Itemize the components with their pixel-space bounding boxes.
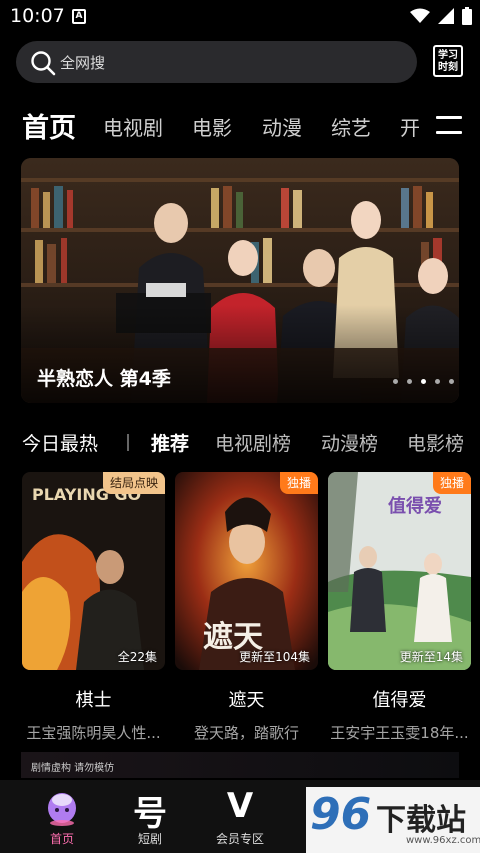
carousel-dot-active[interactable]	[421, 379, 426, 384]
bottom-tab-home[interactable]: 首页	[22, 780, 102, 853]
carousel-dot[interactable]	[393, 379, 398, 384]
episode-count: 更新至104集	[239, 650, 310, 664]
show-description: 登天路，踏歌行	[193, 724, 299, 742]
ranking-tabs: 今日最热 推荐 电视剧榜 动漫榜 电影榜	[0, 425, 480, 459]
exclusive-badge: 独播	[432, 472, 471, 494]
tab-home[interactable]: 首页	[22, 106, 76, 145]
poster[interactable]: 遮天 独播 更新至104集	[175, 472, 318, 670]
category-tabs: 首页 电视剧 电影 动漫 综艺 开	[0, 100, 480, 150]
poster[interactable]: PLAYING GO 结局点映 全22集	[22, 472, 165, 670]
study-time-label-bottom: 时刻	[438, 62, 458, 73]
tab-tv-ranking[interactable]: 电视剧榜	[215, 429, 291, 456]
notification-icon: A	[72, 9, 86, 24]
watermark-number: 96	[310, 789, 372, 840]
watermark-url: www.96xz.com	[406, 835, 480, 846]
watermark-name: 下载站	[376, 803, 466, 838]
search-icon	[31, 51, 56, 76]
study-time-button[interactable]: 学习 时刻	[433, 45, 463, 77]
vip-icon: V	[226, 786, 254, 826]
short-drama-icon: 号	[133, 794, 167, 834]
system-icons	[410, 7, 472, 25]
hero-banner[interactable]: 半熟恋人 第4季	[21, 158, 459, 403]
tab-more-partial[interactable]: 开	[400, 112, 420, 141]
episode-count: 全22集	[117, 650, 157, 664]
show-description: 王宝强陈明昊人性...	[26, 724, 161, 742]
carousel-dot[interactable]	[449, 379, 454, 384]
wifi-icon	[410, 8, 430, 23]
bottom-tab-label: 短剧	[137, 832, 162, 846]
exclusive-badge: 独播	[279, 472, 318, 494]
poster-title-text: 值得爱	[388, 495, 442, 517]
menu-icon[interactable]	[436, 116, 462, 146]
carousel-dots	[393, 379, 454, 384]
poster-image: 值得爱	[328, 472, 471, 670]
show-description: 王安宇王玉雯18年...	[330, 724, 469, 742]
tab-anime[interactable]: 动漫	[262, 112, 302, 141]
tab-tv-series[interactable]: 电视剧	[103, 112, 163, 141]
tab-variety[interactable]: 综艺	[331, 112, 371, 141]
status-badge: 结局点映	[102, 472, 165, 494]
show-title[interactable]: 遮天	[175, 686, 318, 712]
status-bar: 10:07 A	[0, 0, 480, 34]
bottom-tab-label: 首页	[49, 832, 74, 846]
bottom-tab-vip[interactable]: V 会员专区	[200, 780, 280, 853]
poster-image: 遮天	[175, 472, 318, 670]
carousel-dot[interactable]	[407, 379, 412, 384]
show-card[interactable]: 遮天 独播 更新至104集 遮天 登天路，踏歌行	[175, 472, 318, 742]
signal-icon	[438, 8, 454, 24]
bottom-tab-label: 会员专区	[215, 832, 264, 846]
search-bar[interactable]: 全网搜	[16, 41, 417, 83]
today-hot-label[interactable]: 今日最热	[22, 429, 98, 456]
show-card[interactable]: PLAYING GO 结局点映 全22集 棋士 王宝强陈明昊人性...	[22, 472, 165, 742]
show-card[interactable]: 值得爱 独播 更新至14集 值得爱 王安宇王玉雯18年...	[328, 472, 471, 742]
battery-icon	[462, 7, 472, 25]
site-watermark: 96 下载站 www.96xz.com	[306, 787, 480, 853]
search-placeholder: 全网搜	[60, 54, 106, 72]
home-mascot-icon	[48, 793, 76, 826]
poster-image: PLAYING GO	[22, 472, 165, 670]
study-time-label-top: 学习	[438, 50, 458, 61]
clock: 10:07	[10, 5, 65, 27]
divider	[127, 434, 129, 451]
disclaimer-strip: 剧情虚构 请勿模仿	[21, 752, 459, 778]
show-title[interactable]: 值得爱	[328, 686, 471, 712]
carousel-dot[interactable]	[435, 379, 440, 384]
bottom-tab-short-drama[interactable]: 号 短剧	[110, 780, 190, 853]
poster[interactable]: 值得爱 独播 更新至14集	[328, 472, 471, 670]
show-title[interactable]: 棋士	[22, 686, 165, 712]
tab-recommend[interactable]: 推荐	[151, 429, 189, 456]
tab-movie-ranking[interactable]: 电影榜	[407, 429, 464, 456]
tab-anime-ranking[interactable]: 动漫榜	[321, 429, 378, 456]
tab-movies[interactable]: 电影	[192, 112, 232, 141]
banner-title: 半熟恋人 第4季	[37, 368, 171, 390]
episode-count: 更新至14集	[399, 650, 463, 664]
